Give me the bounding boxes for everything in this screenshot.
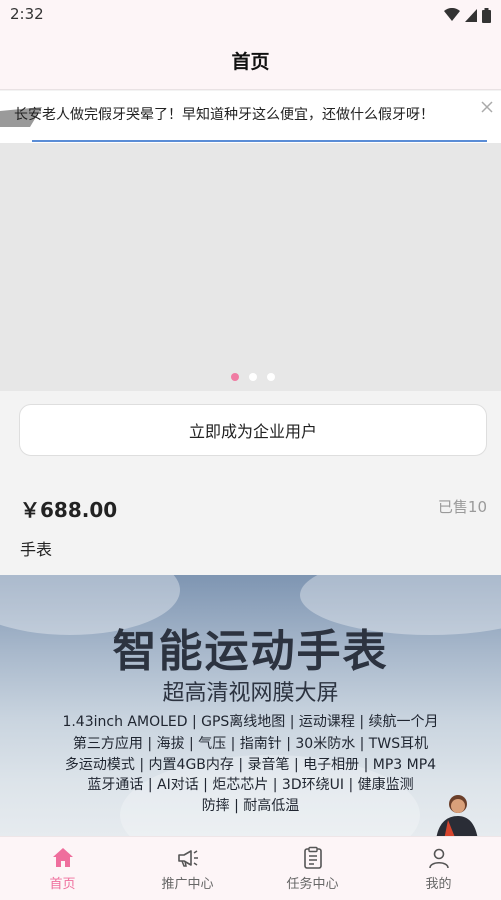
signal-icon: [465, 8, 477, 22]
image-spec-line: 1.43inch AMOLED | GPS离线地图 | 运动课程 | 续航一个月: [62, 714, 439, 730]
page-header: 首页: [0, 30, 501, 90]
product-info[interactable]: ￥688.00 已售10 手表: [0, 470, 501, 575]
product-name: 手表: [20, 540, 53, 559]
notice-text: 长安老人做完假牙哭晕了！早知道种牙这么便宜，还做什么假牙呀！: [14, 107, 434, 123]
bottom-tab-bar: 首页 推广中心 任务中心 我的: [0, 836, 501, 900]
image-spec-line: 蓝牙通话 | AI对话 | 炬芯芯片 | 3D环绕UI | 健康监测: [87, 777, 414, 793]
image-spec-line: 多运动模式 | 内置4GB内存 | 录音笔 | 电子相册 | MP3 MP4: [64, 757, 437, 773]
carousel-indicator: [231, 373, 275, 381]
carousel-dot[interactable]: [249, 373, 257, 381]
carousel-dot[interactable]: [231, 373, 239, 381]
status-bar: 2:32: [0, 0, 501, 30]
user-icon: [428, 848, 449, 869]
product-image[interactable]: 智能运动手表 超高清视网膜大屏 1.43inch AMOLED | GPS离线地…: [0, 575, 501, 836]
product-price: ￥688.00: [20, 498, 118, 522]
tab-label: 推广中心: [161, 877, 214, 892]
tab-mine[interactable]: 我的: [376, 837, 501, 900]
tab-label: 任务中心: [286, 877, 339, 892]
athlete-illustration: [436, 795, 478, 836]
carousel-dot[interactable]: [267, 373, 275, 381]
tab-task-center[interactable]: 任务中心: [250, 837, 375, 900]
close-icon[interactable]: [479, 99, 495, 115]
notice-bar[interactable]: 长安老人做完假牙哭晕了！早知道种牙这么便宜，还做什么假牙呀！: [0, 91, 501, 143]
become-enterprise-button[interactable]: 立即成为企业用户: [19, 404, 487, 456]
tab-home[interactable]: 首页: [0, 837, 125, 900]
tab-label: 首页: [49, 877, 76, 892]
status-time: 2:32: [10, 5, 44, 23]
tab-label: 我的: [425, 877, 452, 892]
wifi-icon: [444, 8, 460, 21]
notice-underline: [32, 140, 487, 142]
page-title: 首页: [231, 51, 270, 73]
status-icons: [444, 7, 491, 23]
megaphone-icon: [177, 850, 198, 867]
sold-count: 已售10: [437, 498, 487, 516]
image-spec-line: 防摔 | 耐高低温: [201, 798, 300, 814]
clipboard-icon: [303, 846, 322, 869]
image-spec-line: 第三方应用 | 海拔 | 气压 | 指南针 | 30米防水 | TWS耳机: [72, 736, 429, 752]
image-title: 智能运动手表: [112, 626, 389, 677]
image-subtitle: 超高清视网膜大屏: [162, 681, 339, 706]
banner-carousel[interactable]: [0, 143, 501, 391]
home-icon: [52, 848, 73, 867]
battery-icon: [482, 7, 491, 23]
tab-promotion-center[interactable]: 推广中心: [125, 837, 250, 900]
